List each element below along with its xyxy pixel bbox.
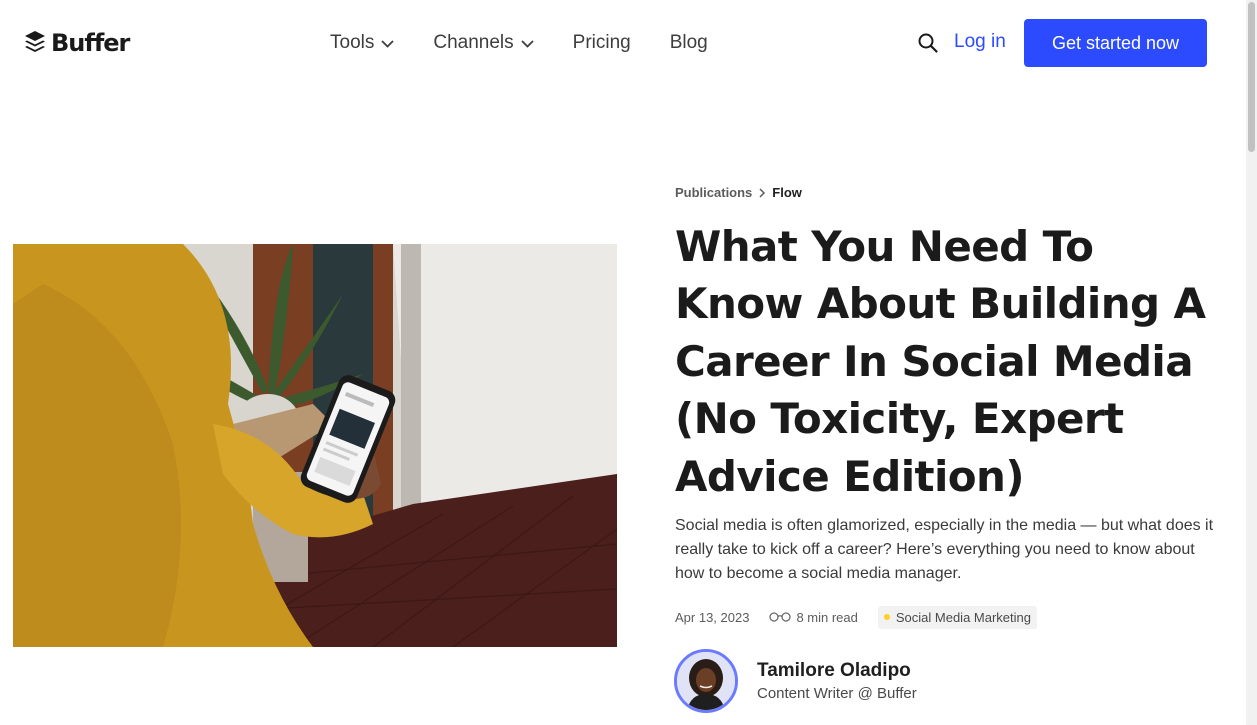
- breadcrumb: Publications Flow: [675, 185, 802, 200]
- search-icon[interactable]: [918, 33, 938, 53]
- buffer-logo[interactable]: Buffer: [24, 29, 130, 57]
- logo-text: Buffer: [51, 29, 130, 57]
- category-tag-label: Social Media Marketing: [895, 609, 1031, 625]
- author-block: Tamilore Oladipo Content Writer @ Buffer: [674, 649, 917, 713]
- nav-channels-label: Channels: [433, 32, 514, 53]
- author-name[interactable]: Tamilore Oladipo: [757, 660, 917, 682]
- publish-date: Apr 13, 2023: [675, 609, 750, 625]
- article-summary: Social media is often glamorized, especi…: [675, 517, 1214, 582]
- nav-pricing-label: Pricing: [572, 32, 631, 53]
- main-nav: Tools Channels Pricing Blog: [330, 30, 747, 56]
- article-title: What You Need To Know About Building A C…: [675, 222, 1206, 501]
- login-link[interactable]: Log in: [954, 31, 1006, 53]
- site-header: Buffer Tools Channels Pricing Blog Log i…: [0, 0, 1246, 86]
- buffer-logo-icon: [25, 31, 45, 52]
- nav-tools[interactable]: Tools: [330, 30, 394, 56]
- nav-blog[interactable]: Blog: [670, 30, 708, 56]
- breadcrumb-flow[interactable]: Flow: [772, 185, 802, 200]
- nav-tools-label: Tools: [330, 32, 375, 53]
- read-time-label: 8 min read: [796, 609, 858, 625]
- hero-image: [13, 244, 617, 647]
- page-scrollbar[interactable]: [1246, 0, 1257, 725]
- scrollbar-thumb[interactable]: [1248, 2, 1255, 152]
- category-tag[interactable]: Social Media Marketing: [877, 605, 1037, 629]
- glasses-icon: [769, 612, 792, 622]
- read-time: 8 min read: [769, 609, 858, 625]
- chevron-down-icon: [521, 40, 534, 48]
- tag-dot-icon: [883, 614, 890, 620]
- chevron-right-icon: [759, 187, 766, 198]
- nav-blog-label: Blog: [669, 32, 708, 53]
- article-meta: Apr 13, 2023 8 min read Social Media Mar…: [675, 605, 1037, 629]
- nav-pricing[interactable]: Pricing: [573, 30, 631, 56]
- breadcrumb-publications[interactable]: Publications: [675, 185, 752, 200]
- chevron-down-icon: [381, 40, 394, 48]
- get-started-button[interactable]: Get started now: [1024, 19, 1207, 67]
- avatar[interactable]: [674, 649, 738, 713]
- nav-channels[interactable]: Channels: [433, 30, 534, 56]
- author-role: Content Writer @ Buffer: [757, 685, 917, 702]
